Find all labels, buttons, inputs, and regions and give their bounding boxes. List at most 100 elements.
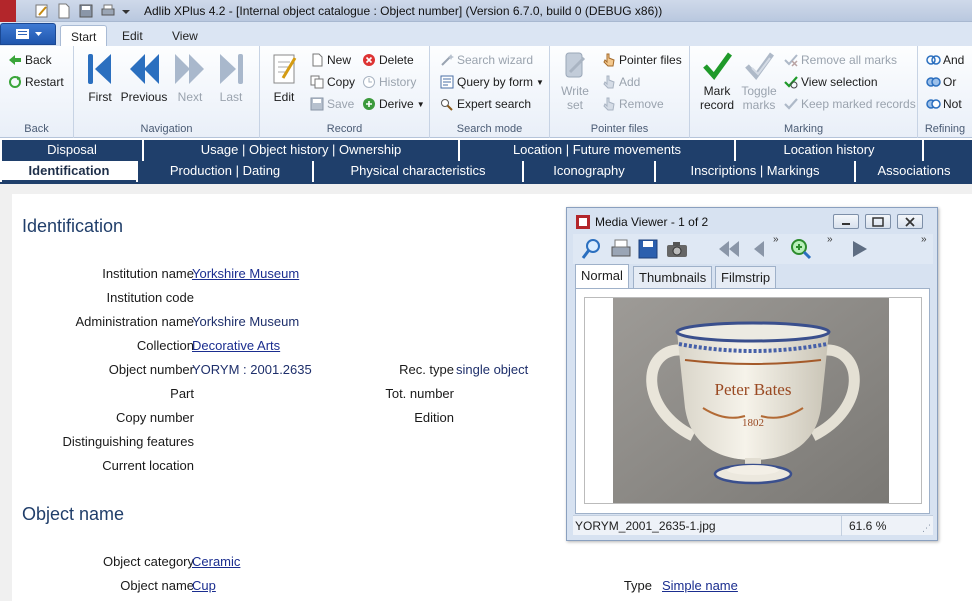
new-button[interactable]: New <box>310 53 351 67</box>
tab-view[interactable]: View <box>162 25 208 46</box>
expert-search-icon <box>440 97 454 111</box>
rec-type-label: Rec. type <box>399 362 454 377</box>
tab-start[interactable]: Start <box>60 25 108 46</box>
media-tab-thumbnails[interactable]: Thumbnails <box>633 266 713 288</box>
edit-quick-icon[interactable] <box>34 3 50 19</box>
keep-marked-records-button[interactable]: Keep marked records <box>784 97 916 111</box>
edit-button[interactable]: Edit <box>260 50 308 104</box>
print-quick-icon[interactable] <box>100 3 116 19</box>
save-image-icon[interactable] <box>637 238 659 263</box>
pointer-files-label: Pointer files <box>619 53 682 67</box>
minimize-button[interactable] <box>833 214 859 229</box>
tab-inscriptions-markings[interactable]: Inscriptions | Markings <box>656 161 854 182</box>
collection-link[interactable]: Decorative Arts <box>192 338 280 353</box>
toolbar-overflow-icon-3[interactable]: » <box>921 234 927 245</box>
pointer-add-button[interactable]: Add <box>602 75 640 89</box>
tab-more-row-1[interactable] <box>924 140 972 161</box>
tab-edit[interactable]: Edit <box>112 25 153 46</box>
save-label: Save <box>327 97 355 111</box>
screen-tabs-row-2: Identification Production | Dating Physi… <box>0 161 972 183</box>
pointer-files-button[interactable]: Pointer files <box>602 53 682 67</box>
delete-label: Delete <box>379 53 414 67</box>
previous-button[interactable]: Previous <box>118 50 170 104</box>
save-quick-icon[interactable] <box>78 3 94 19</box>
tab-production-dating[interactable]: Production | Dating <box>138 161 312 182</box>
marking-group: Mark record Toggle marks Remove all mark… <box>690 46 918 138</box>
refine-not-button[interactable]: Not <box>926 97 962 111</box>
search-wizard-button[interactable]: Search wizard <box>440 53 533 67</box>
object-name-link[interactable]: Cup <box>192 578 216 593</box>
pointer-remove-button[interactable]: Remove <box>602 97 664 111</box>
tot-number-label: Tot. number <box>385 386 454 401</box>
previous-image-icon[interactable] <box>751 238 767 263</box>
tab-disposal[interactable]: Disposal <box>2 140 142 161</box>
media-viewer-title: Media Viewer - 1 of 2 <box>595 215 709 229</box>
view-selection-button[interactable]: View selection <box>784 75 878 89</box>
toolbar-overflow-icon-2[interactable]: » <box>827 234 833 245</box>
menu-icon <box>16 29 42 39</box>
refining-group: And Or Not Refining <box>918 46 972 138</box>
object-number-value[interactable]: YORYM : 2001.2635 <box>192 362 312 377</box>
history-button[interactable]: History <box>362 75 416 89</box>
last-button[interactable]: Last <box>205 50 257 104</box>
cup-inscription-name: Peter Bates <box>715 380 792 399</box>
copy-number-label: Copy number <box>115 410 194 425</box>
new-document-icon <box>310 53 324 67</box>
next-image-icon[interactable] <box>849 238 871 263</box>
toolbar-overflow-icon[interactable]: » <box>773 234 779 245</box>
media-tab-filmstrip[interactable]: Filmstrip <box>715 266 777 288</box>
rec-type-value[interactable]: single object <box>456 362 528 377</box>
close-button[interactable] <box>897 214 923 229</box>
expert-search-button[interactable]: Expert search <box>440 97 531 111</box>
refine-and-button[interactable]: And <box>926 53 964 67</box>
object-image-frame[interactable]: Peter Bates 1802 <box>584 297 922 504</box>
tab-location-history[interactable]: Location history <box>736 140 922 161</box>
query-dropdown-icon: ▼ <box>536 77 544 87</box>
application-menu-button[interactable] <box>0 23 56 45</box>
maximize-button[interactable] <box>865 214 891 229</box>
restart-label: Restart <box>25 75 64 89</box>
media-tab-normal[interactable]: Normal <box>575 264 629 288</box>
new-label: New <box>327 53 352 67</box>
toggle-marks-button[interactable]: Toggle marks <box>734 50 784 112</box>
distinguishing-features-label: Distinguishing features <box>62 434 194 449</box>
derive-label: Derive <box>379 97 414 111</box>
institution-name-link[interactable]: Yorkshire Museum <box>192 266 299 281</box>
print-icon[interactable] <box>609 238 633 263</box>
remove-all-marks-button[interactable]: Remove all marks <box>784 53 897 67</box>
save-disk-icon <box>310 97 324 111</box>
type-link[interactable]: Simple name <box>662 578 738 593</box>
collection-label: Collection <box>136 338 194 353</box>
search-wizard-label: Search wizard <box>457 53 534 67</box>
save-button[interactable]: Save <box>310 97 354 111</box>
derive-button[interactable]: Derive ▼ <box>362 97 425 111</box>
refine-or-button[interactable]: Or <box>926 75 956 89</box>
administration-name-value[interactable]: Yorkshire Museum <box>192 314 299 329</box>
query-by-form-button[interactable]: Query by form ▼ <box>440 75 544 89</box>
media-viewer-status-bar: YORYM_2001_2635-1.jpg 61.6 % ⋰ <box>573 515 933 536</box>
cup-image: Peter Bates 1802 <box>613 298 889 503</box>
camera-icon[interactable] <box>665 238 689 263</box>
new-quick-icon[interactable] <box>56 3 72 19</box>
refine-and-label: And <box>943 53 965 67</box>
customize-quick-access-icon[interactable] <box>121 4 137 20</box>
tab-physical-characteristics[interactable]: Physical characteristics <box>314 161 522 182</box>
view-selection-label: View selection <box>801 75 878 89</box>
copy-button[interactable]: Copy <box>310 75 355 89</box>
remove-pointer-icon <box>602 97 616 111</box>
write-set-button[interactable]: Write set <box>550 50 600 112</box>
app-icon[interactable] <box>0 0 16 22</box>
tab-identification[interactable]: Identification <box>2 161 136 182</box>
restart-button[interactable]: Restart <box>8 75 64 89</box>
tab-usage-object-history-ownership[interactable]: Usage | Object history | Ownership <box>144 140 458 161</box>
delete-button[interactable]: Delete <box>362 53 414 67</box>
resize-grip-icon[interactable]: ⋰ <box>922 523 931 534</box>
tab-location-future-movements[interactable]: Location | Future movements <box>460 140 734 161</box>
tab-iconography[interactable]: Iconography <box>524 161 654 182</box>
search-magnifier-icon[interactable] <box>581 238 603 263</box>
tab-associations[interactable]: Associations <box>856 161 972 182</box>
object-category-link[interactable]: Ceramic <box>192 554 240 569</box>
zoom-in-icon[interactable] <box>789 238 813 263</box>
back-button[interactable]: Back <box>8 53 52 67</box>
first-image-icon[interactable] <box>717 238 741 263</box>
